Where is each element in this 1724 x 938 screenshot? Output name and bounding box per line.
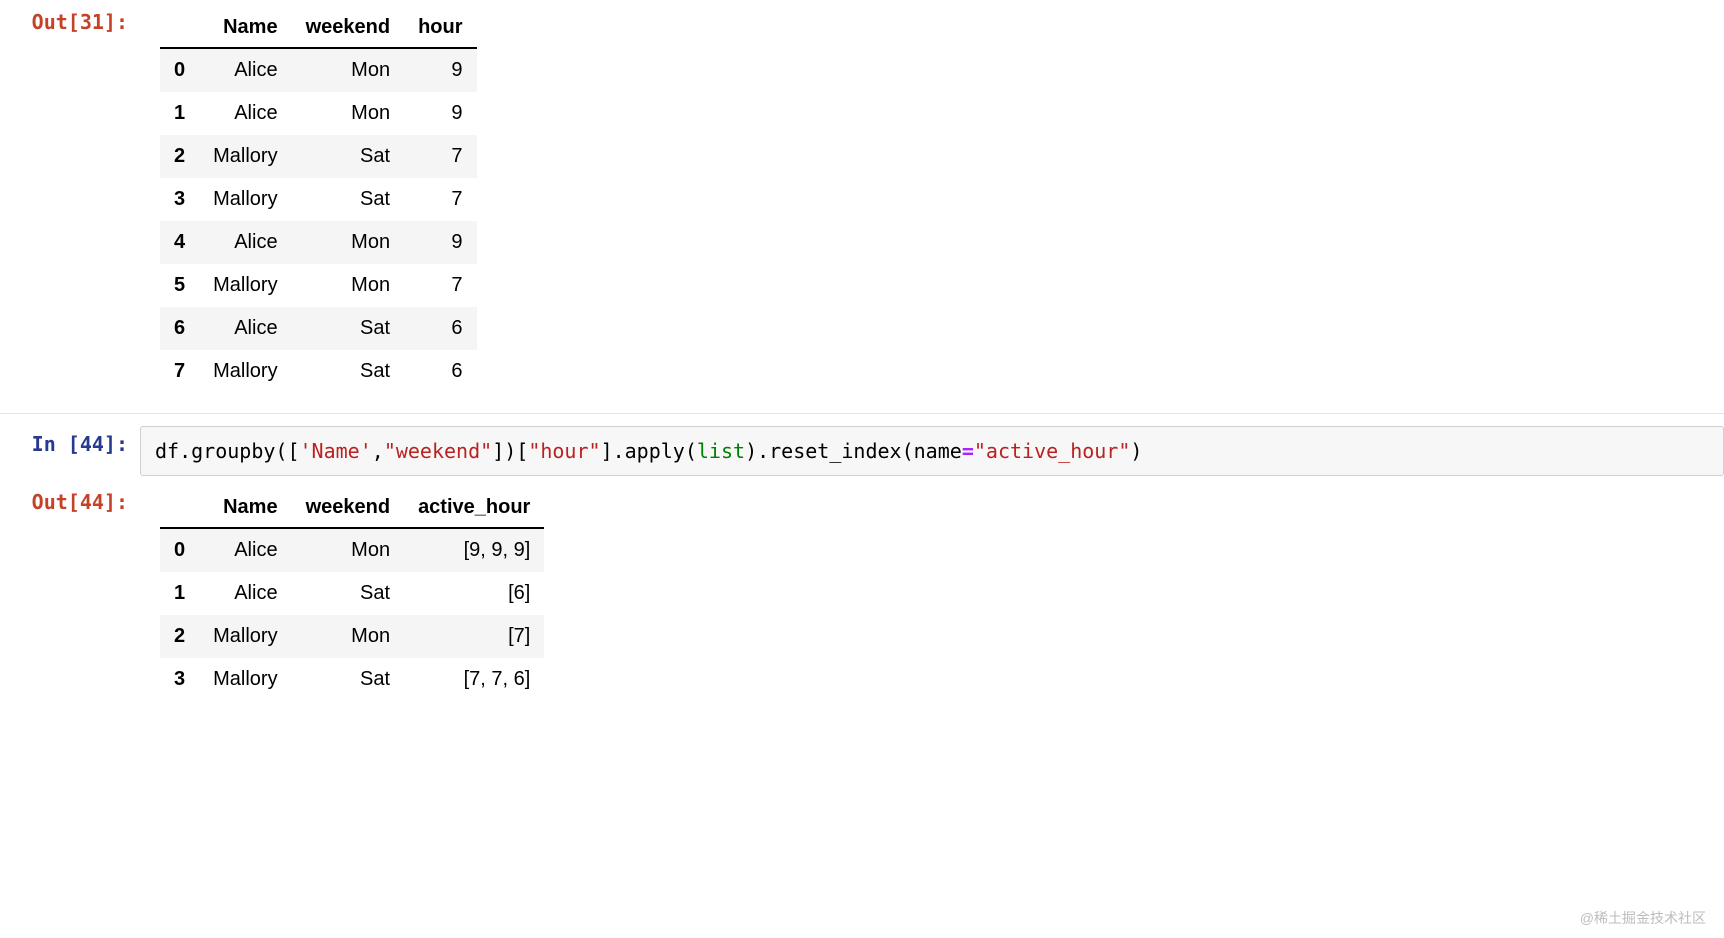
table-cell: Mon [292, 528, 404, 572]
table-cell: Sat [292, 350, 404, 393]
input-cell-44: In [44]: df.groupby(['Name',"weekend"])[… [0, 422, 1724, 480]
table-cell: 7 [404, 135, 476, 178]
output-cell-44: Out[44]: Name weekend active_hour 0Alice… [0, 480, 1724, 709]
code-token: list [697, 439, 745, 463]
row-index: 3 [160, 658, 199, 701]
table-cell: Sat [292, 307, 404, 350]
table-row: 7MallorySat6 [160, 350, 477, 393]
row-index: 4 [160, 221, 199, 264]
table-cell: 6 [404, 307, 476, 350]
table-cell: Alice [199, 572, 291, 615]
table-cell: Mallory [199, 264, 291, 307]
table-cell: Mon [292, 615, 404, 658]
table-header-row: Name weekend hour [160, 8, 477, 48]
output-content-31: Name weekend hour 0AliceMon91AliceMon92M… [140, 4, 1724, 397]
code-token: ).reset_index(name [745, 439, 962, 463]
row-index: 3 [160, 178, 199, 221]
table-cell: [6] [404, 572, 544, 615]
row-index: 7 [160, 350, 199, 393]
code-token: 'Name' [300, 439, 372, 463]
row-index: 0 [160, 48, 199, 92]
table-cell: Mallory [199, 615, 291, 658]
table-row: 3MallorySat[7, 7, 6] [160, 658, 544, 701]
table-cell: [7, 7, 6] [404, 658, 544, 701]
table-cell: 9 [404, 92, 476, 135]
table-cell: Mallory [199, 658, 291, 701]
table-row: 1AliceSat[6] [160, 572, 544, 615]
code-token: "hour" [528, 439, 600, 463]
code-token: ].apply( [601, 439, 697, 463]
table-cell: 7 [404, 264, 476, 307]
table-cell: Mallory [199, 350, 291, 393]
table-cell: [7] [404, 615, 544, 658]
table-cell: Alice [199, 528, 291, 572]
watermark: @稀土掘金技术社区 [1580, 908, 1706, 928]
row-index: 0 [160, 528, 199, 572]
table-row: 0AliceMon[9, 9, 9] [160, 528, 544, 572]
table-cell: Alice [199, 307, 291, 350]
table-cell: 9 [404, 221, 476, 264]
table-header: weekend [292, 8, 404, 48]
table-cell: Sat [292, 658, 404, 701]
table-row: 5MalloryMon7 [160, 264, 477, 307]
table-cell: Mon [292, 48, 404, 92]
table-header: weekend [292, 488, 404, 528]
table-row: 1AliceMon9 [160, 92, 477, 135]
code-token: "active_hour" [974, 439, 1131, 463]
row-index: 1 [160, 92, 199, 135]
table-row: 2MalloryMon[7] [160, 615, 544, 658]
code-token: ) [1130, 439, 1142, 463]
table-header [160, 488, 199, 528]
row-index: 2 [160, 135, 199, 178]
table-cell: [9, 9, 9] [404, 528, 544, 572]
table-cell: Alice [199, 48, 291, 92]
code-input-44[interactable]: df.groupby(['Name',"weekend"])["hour"].a… [140, 426, 1724, 476]
row-index: 2 [160, 615, 199, 658]
table-cell: Mon [292, 92, 404, 135]
table-cell: 6 [404, 350, 476, 393]
out-prompt-31: Out[31]: [0, 4, 140, 34]
table-cell: Mon [292, 264, 404, 307]
code-token: .groupby([ [179, 439, 299, 463]
table-header: Name [199, 488, 291, 528]
table-cell: Sat [292, 135, 404, 178]
dataframe-table-31: Name weekend hour 0AliceMon91AliceMon92M… [160, 8, 477, 393]
code-token: , [372, 439, 384, 463]
cell-divider [0, 413, 1724, 414]
table-cell: Mallory [199, 135, 291, 178]
table-header: hour [404, 8, 476, 48]
table-cell: 9 [404, 48, 476, 92]
out-prompt-44: Out[44]: [0, 484, 140, 514]
table-row: 2MallorySat7 [160, 135, 477, 178]
table-row: 6AliceSat6 [160, 307, 477, 350]
row-index: 1 [160, 572, 199, 615]
table-header-row: Name weekend active_hour [160, 488, 544, 528]
in-prompt-44: In [44]: [0, 426, 140, 456]
dataframe-table-44: Name weekend active_hour 0AliceMon[9, 9,… [160, 488, 544, 701]
table-cell: Alice [199, 92, 291, 135]
code-token: df [155, 439, 179, 463]
output-cell-31: Out[31]: Name weekend hour 0AliceMon91Al… [0, 0, 1724, 401]
table-row: 4AliceMon9 [160, 221, 477, 264]
output-content-44: Name weekend active_hour 0AliceMon[9, 9,… [140, 484, 1724, 705]
table-cell: Mon [292, 221, 404, 264]
code-token: ])[ [492, 439, 528, 463]
code-token: "weekend" [384, 439, 492, 463]
input-content-44: df.groupby(['Name',"weekend"])["hour"].a… [140, 426, 1724, 476]
table-cell: Mallory [199, 178, 291, 221]
table-cell: Alice [199, 221, 291, 264]
table-row: 0AliceMon9 [160, 48, 477, 92]
table-cell: Sat [292, 178, 404, 221]
row-index: 5 [160, 264, 199, 307]
table-cell: Sat [292, 572, 404, 615]
table-cell: 7 [404, 178, 476, 221]
row-index: 6 [160, 307, 199, 350]
table-header: active_hour [404, 488, 544, 528]
table-header: Name [199, 8, 291, 48]
code-token: = [962, 439, 974, 463]
table-header [160, 8, 199, 48]
table-row: 3MallorySat7 [160, 178, 477, 221]
